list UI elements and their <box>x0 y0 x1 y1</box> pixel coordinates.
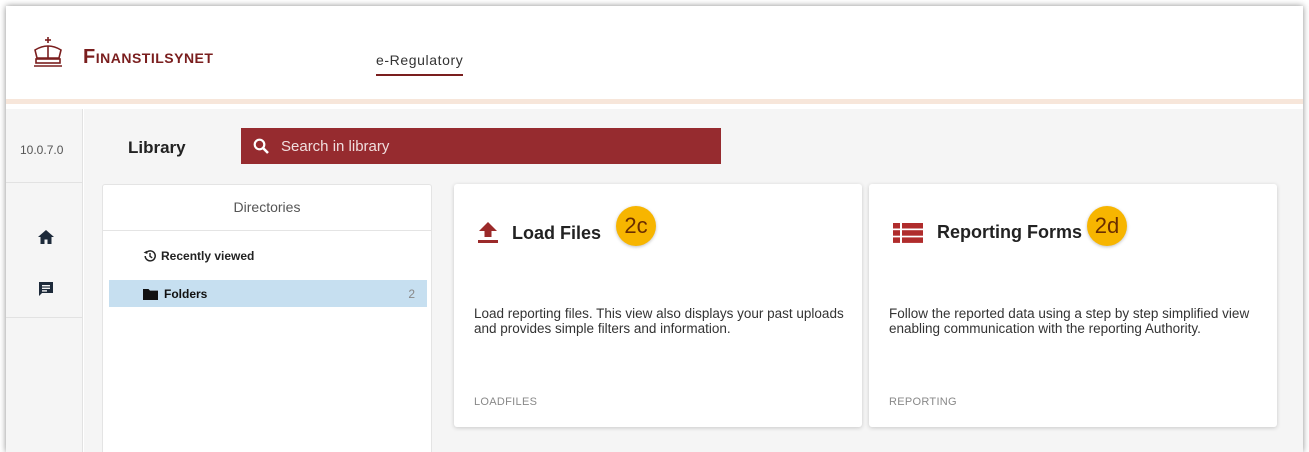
card-title-text: Load Files <box>512 222 602 243</box>
history-icon <box>143 250 156 262</box>
chat-icon[interactable] <box>38 281 54 297</box>
app-window: Finanstilsynet e-Regulatory 10.0.7.0 Lib… <box>6 6 1303 452</box>
left-rail: 10.0.7.0 <box>6 109 83 452</box>
card-footer: LOADFILES <box>474 396 538 408</box>
upload-icon <box>478 222 498 243</box>
load-files-card[interactable]: Load Files 2c Load reporting files. This… <box>454 184 862 427</box>
search-placeholder: Search in library <box>281 137 390 155</box>
main-content: Library Search in library Directories Re… <box>84 109 1303 452</box>
card-description: Load reporting files. This view also dis… <box>474 306 844 336</box>
directories-title: Directories <box>103 185 431 231</box>
page-title: Library <box>128 138 186 157</box>
card-title: Reporting Forms <box>893 222 1082 243</box>
card-title-text: Reporting Forms <box>937 222 1083 242</box>
top-header: Finanstilsynet e-Regulatory <box>6 6 1303 104</box>
folder-icon <box>143 288 158 300</box>
recently-viewed-item[interactable]: Recently viewed <box>143 249 254 263</box>
card-description: Follow the reported data using a step by… <box>889 306 1250 336</box>
reporting-forms-card[interactable]: Reporting Forms 2d Follow the reported d… <box>869 184 1277 427</box>
crown-logo-icon <box>34 37 62 67</box>
brand-name: Finanstilsynet <box>83 46 214 68</box>
folders-label: Folders <box>164 286 208 301</box>
folders-count: 2 <box>408 286 415 301</box>
callout-badge: 2c <box>616 206 656 246</box>
home-icon[interactable] <box>38 230 54 244</box>
tab-e-regulatory[interactable]: e-Regulatory <box>376 52 464 76</box>
version-label: 10.0.7.0 <box>20 143 64 157</box>
directories-panel: Directories Recently viewed Folders 2 <box>102 184 432 452</box>
rail-divider <box>6 182 83 183</box>
search-icon <box>253 138 269 154</box>
card-title: Load Files <box>478 222 601 244</box>
rail-divider <box>6 317 83 318</box>
list-icon <box>893 222 923 243</box>
search-input[interactable]: Search in library <box>241 128 721 164</box>
folders-item[interactable]: Folders 2 <box>109 280 427 307</box>
recently-viewed-label: Recently viewed <box>161 249 255 263</box>
card-footer: REPORTING <box>889 396 957 408</box>
callout-badge: 2d <box>1087 206 1127 246</box>
